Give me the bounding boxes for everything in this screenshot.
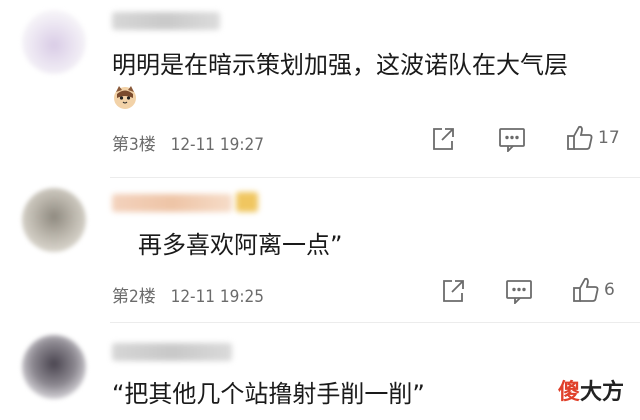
- user-badge: [236, 192, 258, 212]
- avatar[interactable]: [22, 335, 86, 399]
- watermark-part2: 大方: [579, 380, 624, 405]
- avatar[interactable]: [22, 188, 86, 252]
- like-count: 17: [598, 128, 620, 148]
- like-button[interactable]: 17: [566, 124, 620, 152]
- comment-meta: 第3楼 12-11 19:27: [112, 130, 274, 155]
- thumbs-up-icon: [573, 277, 599, 302]
- thumbs-up-icon: [567, 125, 593, 150]
- reply-button[interactable]: [505, 278, 533, 304]
- share-button[interactable]: [440, 278, 466, 304]
- comment-item: 明明是在暗示策划加强，这波诺队在大气层 第3楼 12-11 19:27 17: [0, 0, 640, 165]
- like-button[interactable]: 6: [572, 276, 615, 304]
- floor-number: 第2楼: [112, 287, 156, 307]
- watermark-part1: 傻: [557, 380, 580, 405]
- timestamp: 12-11 19:25: [170, 287, 264, 307]
- reply-button[interactable]: [498, 126, 526, 152]
- share-icon: [433, 128, 454, 150]
- like-count: 6: [604, 280, 615, 300]
- share-icon: [443, 280, 464, 302]
- timestamp: 12-11 19:27: [170, 135, 264, 155]
- comment-icon: [499, 128, 525, 152]
- floor-number: 第3楼: [112, 135, 156, 155]
- watermark-logo: 傻大方: [558, 374, 624, 406]
- comment-text: 明明是在暗示策划加强，这波诺队在大气层: [112, 51, 568, 79]
- comment-text: 再多喜欢阿离一点”: [138, 231, 343, 259]
- comment-icon: [506, 280, 532, 304]
- comment-meta: 第2楼 12-11 19:25: [112, 282, 274, 307]
- username[interactable]: [112, 343, 232, 361]
- username[interactable]: [112, 194, 232, 212]
- comment-item: 再多喜欢阿离一点” 第2楼 12-11 19:25 6: [0, 178, 640, 318]
- username[interactable]: [112, 12, 220, 30]
- cat-emoji-icon: [114, 86, 136, 109]
- comment-text: “把其他几个站撸射手削一削”: [112, 380, 425, 408]
- comment-item: “把其他几个站撸射手削一削”: [0, 323, 640, 420]
- share-button[interactable]: [430, 126, 456, 152]
- avatar[interactable]: [22, 10, 86, 74]
